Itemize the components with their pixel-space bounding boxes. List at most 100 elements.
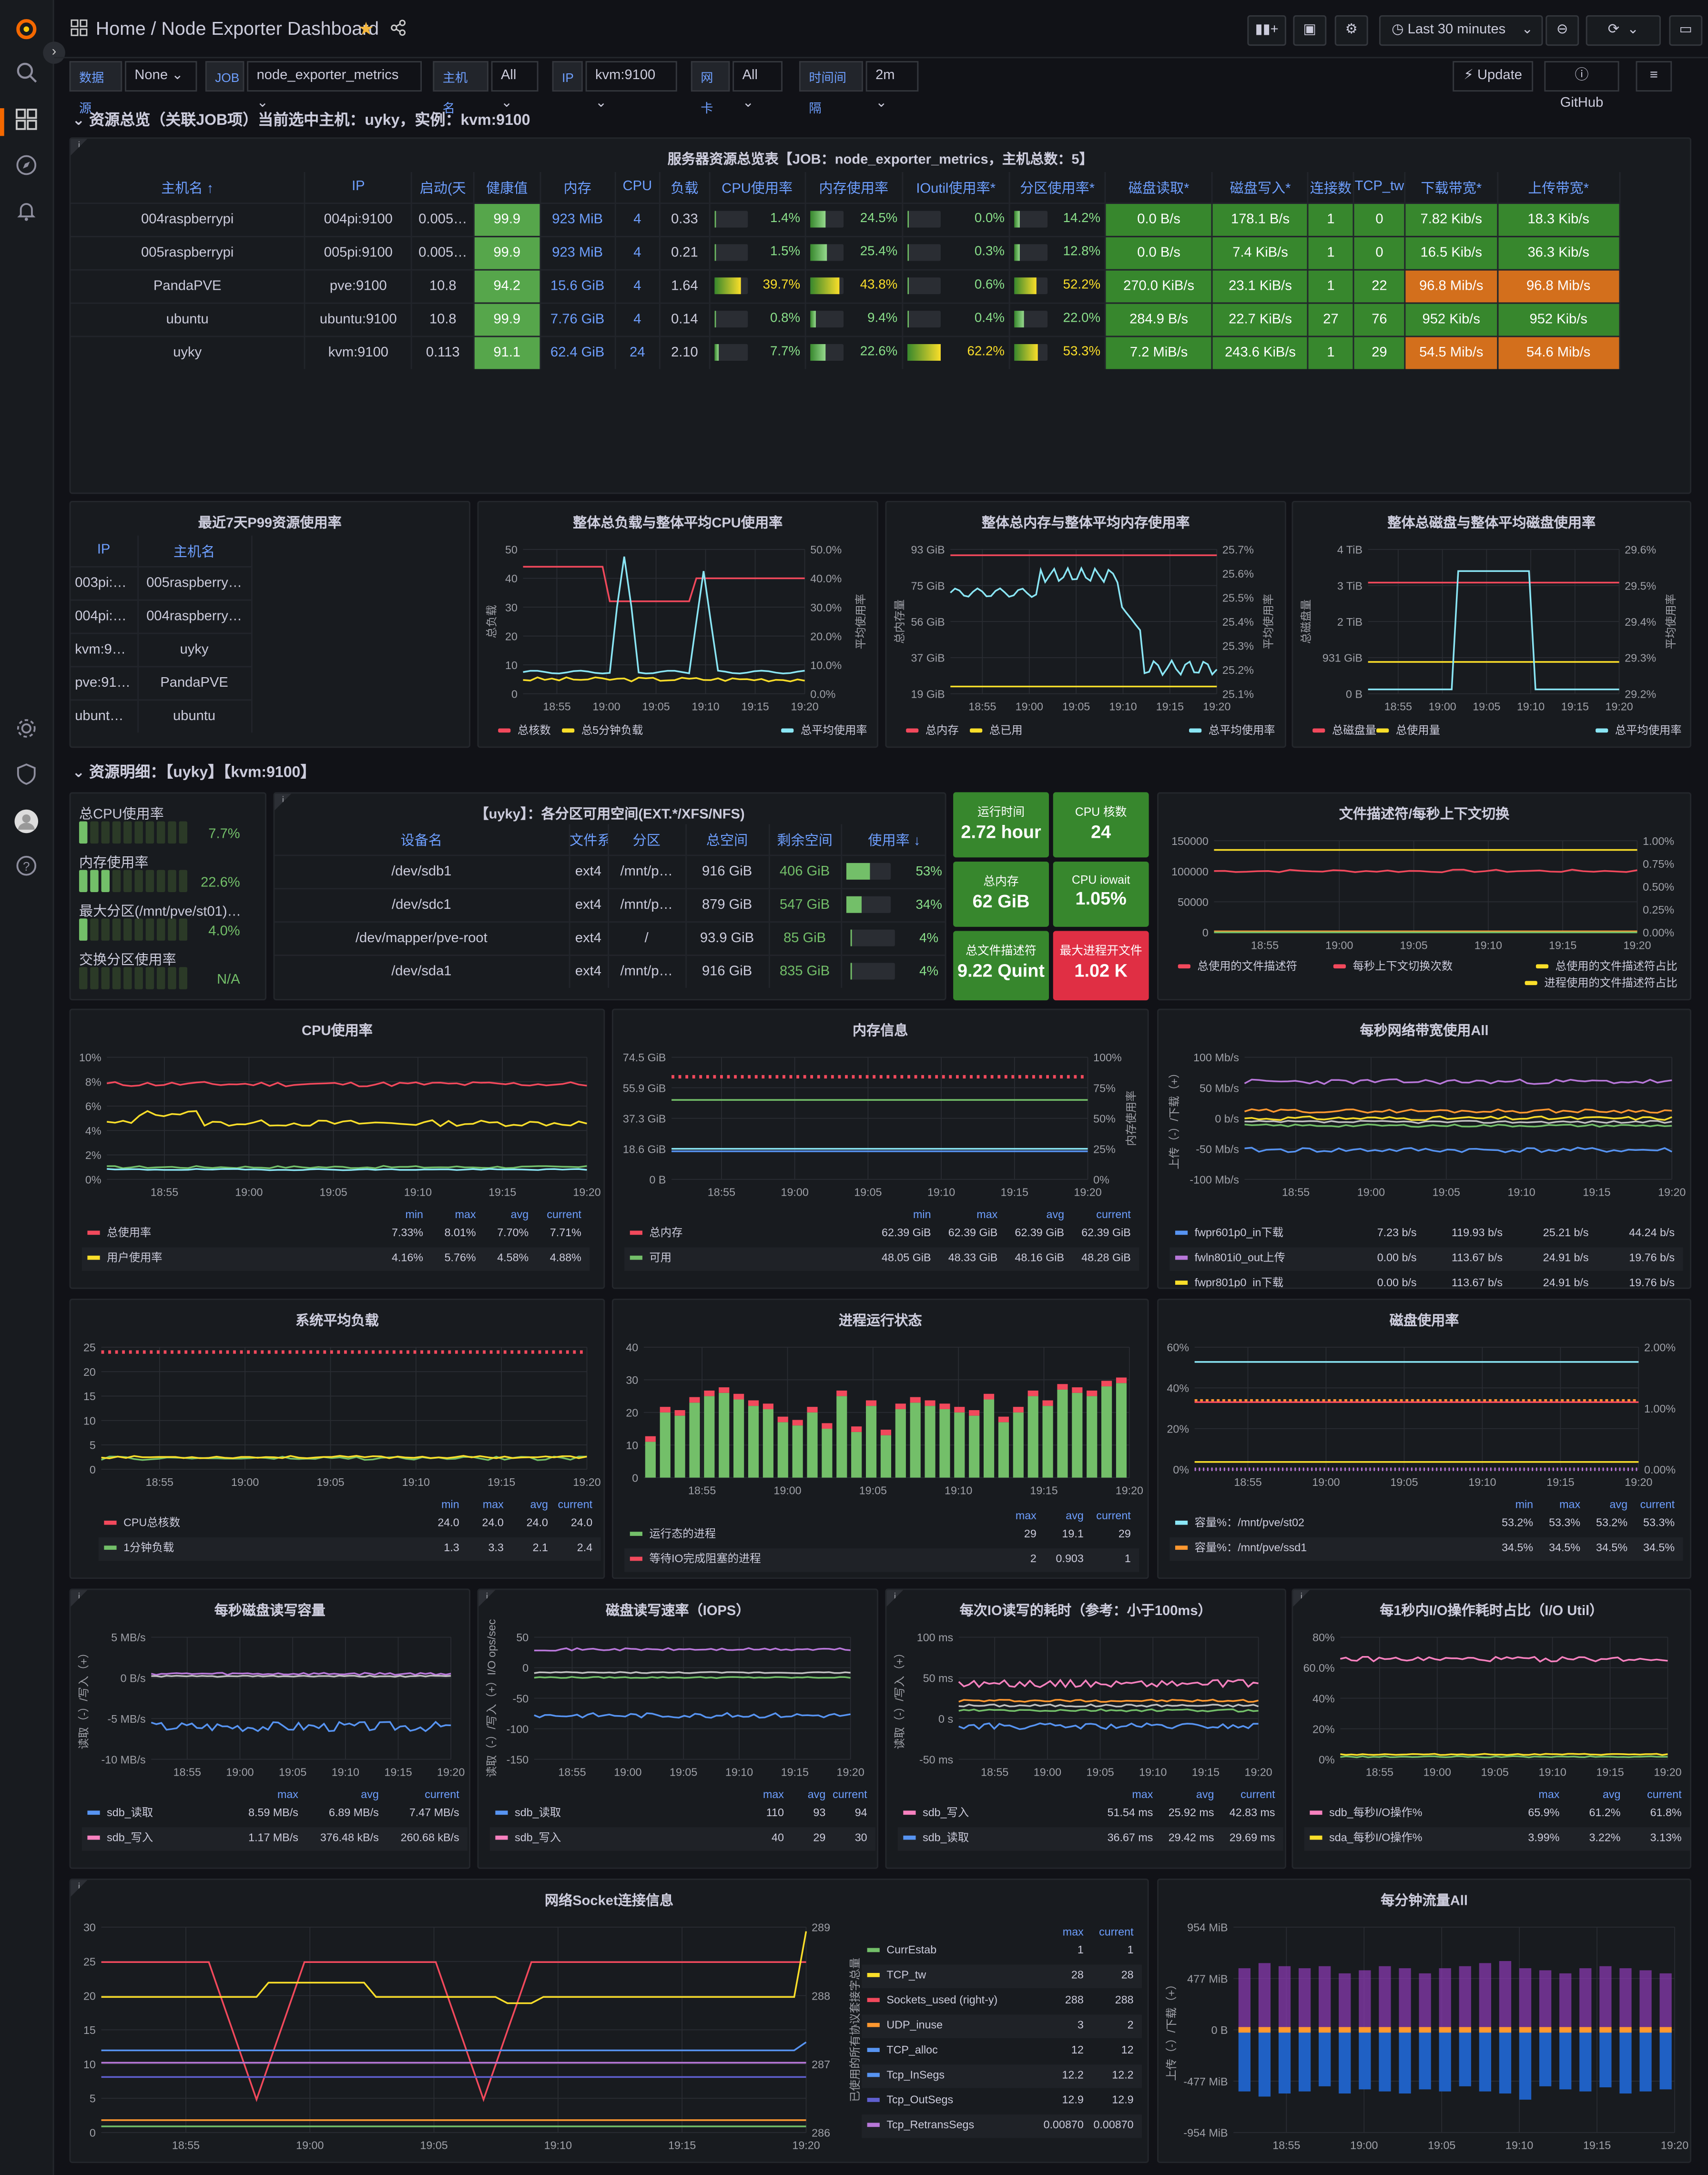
bar[interactable] <box>1042 1406 1053 1478</box>
th-col-13[interactable]: 连接数 <box>1308 172 1354 203</box>
legend-series-name[interactable]: sdb_每秒I/O操作% <box>1329 1806 1422 1819</box>
cpu-chart[interactable]: 10% 8% 6% 4% 2% 0% 18:55 19:00 19:05 19:10 19:15 19… <box>71 1010 605 1289</box>
var-select-interval[interactable]: 2m ⌄ <box>865 61 919 111</box>
legend-col-header[interactable]: avg <box>808 1788 826 1800</box>
th-col-4[interactable]: 内存 <box>540 172 616 203</box>
refresh-button[interactable]: ⟳ ⌄ <box>1586 15 1661 46</box>
bar[interactable] <box>1299 1968 1311 2030</box>
bar[interactable] <box>1599 2030 1612 2088</box>
bar[interactable] <box>1379 2030 1391 2092</box>
legend-col-header[interactable]: current <box>1640 1498 1675 1511</box>
bar[interactable] <box>865 1406 877 1478</box>
diskuse-chart[interactable]: 60% 40% 20% 0% 2.00% 1.00% 0.00% 18:55 19:00 19:0… <box>1159 1300 1691 1579</box>
legend-label[interactable]: 总5分钟负载 <box>581 724 643 736</box>
legend-series-name[interactable]: sdb_写入 <box>515 1831 561 1843</box>
th-fs-1[interactable]: 文件系 <box>569 824 609 855</box>
settings-gear-icon[interactable] <box>12 717 40 745</box>
table-row[interactable]: /dev/sdc1 ext4/mnt/p… 879 GiB 547 GiB 34% <box>274 887 945 922</box>
legend-col-header[interactable]: avg <box>1603 1788 1621 1800</box>
legend-col-header[interactable]: max <box>1559 1498 1580 1511</box>
bar[interactable] <box>1013 1412 1024 1478</box>
legend-col-header[interactable]: avg <box>1196 1788 1214 1800</box>
table-row[interactable]: PandaPVE pve:9100 10.8 94.2 15.6 GiB 4 1.64 39.… <box>71 268 1621 303</box>
bar[interactable] <box>1539 1970 1552 2030</box>
table-row[interactable]: /dev/sdb1 ext4/mnt/p… 916 GiB 406 GiB 53% <box>274 854 945 888</box>
socket-chart[interactable]: 30 25 20 15 10 5 0 289 288 287 286 18:55 19:00 19:05 1… <box>71 1880 1149 2163</box>
legend-label[interactable]: 总使用的文件描述符占比 <box>1556 960 1678 972</box>
bar[interactable] <box>1278 2030 1291 2094</box>
th-col-2[interactable]: 启动(天 <box>412 172 475 203</box>
share-icon[interactable] <box>390 20 407 41</box>
th-col-9[interactable]: IOutil使用率* <box>902 172 1010 203</box>
bar[interactable] <box>674 1415 685 1478</box>
legend-series-name[interactable]: sdb_读取 <box>107 1806 153 1819</box>
legend-series-name[interactable]: sdb_读取 <box>923 1831 969 1843</box>
legend-series-name[interactable]: CurrEstab <box>886 1943 936 1956</box>
bar[interactable] <box>1579 2030 1592 2092</box>
legend-col-header[interactable]: max <box>1016 1509 1037 1522</box>
table-row[interactable]: /dev/sda1 ext4/mnt/p… 916 GiB 835 GiB 4% <box>274 954 945 988</box>
legend-col-header[interactable]: current <box>1096 1208 1131 1220</box>
legend-series-name[interactable]: 可用 <box>650 1251 672 1263</box>
bar[interactable] <box>1439 1968 1451 2030</box>
legend-col-header[interactable]: max <box>483 1498 504 1511</box>
bar[interactable] <box>660 1412 671 1478</box>
th-ip[interactable]: IP <box>71 535 138 566</box>
mem-chart[interactable]: 93 GiB 75 GiB 56 GiB 37 GiB 19 GiB 25.7% 25.6%… <box>886 502 1286 748</box>
legend-series-name[interactable]: 等待IO完成阻塞的进程 <box>650 1552 761 1565</box>
menu-icon[interactable]: ≡ <box>1636 61 1672 92</box>
legend-label[interactable]: 进程使用的文件描述符占比 <box>1544 976 1677 989</box>
bar[interactable] <box>836 1396 847 1478</box>
add-panel-button[interactable]: ▮▮+ <box>1247 15 1286 46</box>
bar[interactable] <box>719 1392 730 1478</box>
th-col-1[interactable]: IP <box>305 172 413 203</box>
legend-col-header[interactable]: current <box>1099 1925 1134 1938</box>
th-col-0[interactable]: 主机名 ↑ <box>71 172 305 203</box>
th-fs-4[interactable]: 剩余空间 <box>768 824 842 855</box>
var-select-nic[interactable]: All ⌄ <box>732 61 783 111</box>
legend-series-name[interactable]: Tcp_RetransSegs <box>886 2118 974 2131</box>
row-title-detail[interactable]: ⌄ 资源明细：【uyky】【kvm:9100】 <box>72 760 315 783</box>
legend-col-header[interactable]: max <box>1132 1788 1153 1800</box>
dashboards-icon[interactable] <box>12 108 40 136</box>
legend-series-name[interactable]: 用户使用率 <box>107 1251 162 1263</box>
var-select-datasource[interactable]: None ⌄ <box>125 61 197 92</box>
th-col-10[interactable]: 分区使用率* <box>1009 172 1106 203</box>
th-col-5[interactable]: CPU <box>615 172 661 203</box>
legend-series-name[interactable]: TCP_alloc <box>886 2043 938 2056</box>
legend-col-header[interactable]: max <box>1538 1788 1559 1800</box>
stat-1[interactable]: CPU 核数 24 <box>1053 792 1149 858</box>
legend-label[interactable]: 总平均使用率 <box>1209 724 1275 736</box>
zoom-out-icon[interactable]: ⊖ <box>1545 15 1579 46</box>
net-chart[interactable]: 100 Mb/s 50 Mb/s 0 b/s -50 Mb/s -100 Mb/s 18:… <box>1159 1010 1691 1289</box>
legend-col-header[interactable]: avg <box>361 1788 379 1800</box>
legend-series-name[interactable]: sdb_写入 <box>107 1831 153 1843</box>
bar[interactable] <box>1238 2030 1251 2092</box>
var-select-ip[interactable]: kvm:9100 ⌄ <box>585 61 677 111</box>
bar[interactable] <box>1258 2030 1271 2097</box>
bar[interactable] <box>1639 2030 1652 2092</box>
bar[interactable] <box>1087 1396 1098 1478</box>
table-row[interactable]: 005raspberrypi 005pi:9100 0.005… 99.9 923 Mi… <box>71 235 1621 269</box>
tv-mode-icon[interactable]: ▭ <box>1669 15 1703 46</box>
legend-col-header[interactable]: current <box>1647 1788 1682 1800</box>
bar[interactable] <box>822 1429 833 1478</box>
legend-col-header[interactable]: max <box>763 1788 784 1800</box>
stat-2[interactable]: 总内存 62 GiB <box>953 861 1049 927</box>
bar[interactable] <box>1399 1968 1411 2030</box>
bar[interactable] <box>792 1425 803 1478</box>
th-fs-5[interactable]: 使用率 ↓ <box>841 824 945 855</box>
bar[interactable] <box>1319 1966 1331 2030</box>
bar[interactable] <box>1027 1396 1038 1478</box>
bar[interactable] <box>1072 1392 1083 1478</box>
bar[interactable] <box>762 1409 773 1478</box>
legend-label[interactable]: 总平均使用率 <box>801 724 867 736</box>
th-col-7[interactable]: CPU使用率 <box>709 172 806 203</box>
bar[interactable] <box>880 1435 892 1478</box>
legend-series-name[interactable]: fwpr801p0_in下载 <box>1195 1276 1283 1289</box>
iolat-chart[interactable]: 100 ms 50 ms 0 s -50 ms 18:55 19:00 19:05 19:10… <box>886 1590 1286 1869</box>
stat-4[interactable]: 总文件描述符 9.22 Quint <box>953 931 1049 1001</box>
th-hostname[interactable]: 主机名 <box>137 535 252 566</box>
grafana-logo-icon[interactable] <box>12 14 40 41</box>
bar[interactable] <box>1319 2030 1331 2086</box>
